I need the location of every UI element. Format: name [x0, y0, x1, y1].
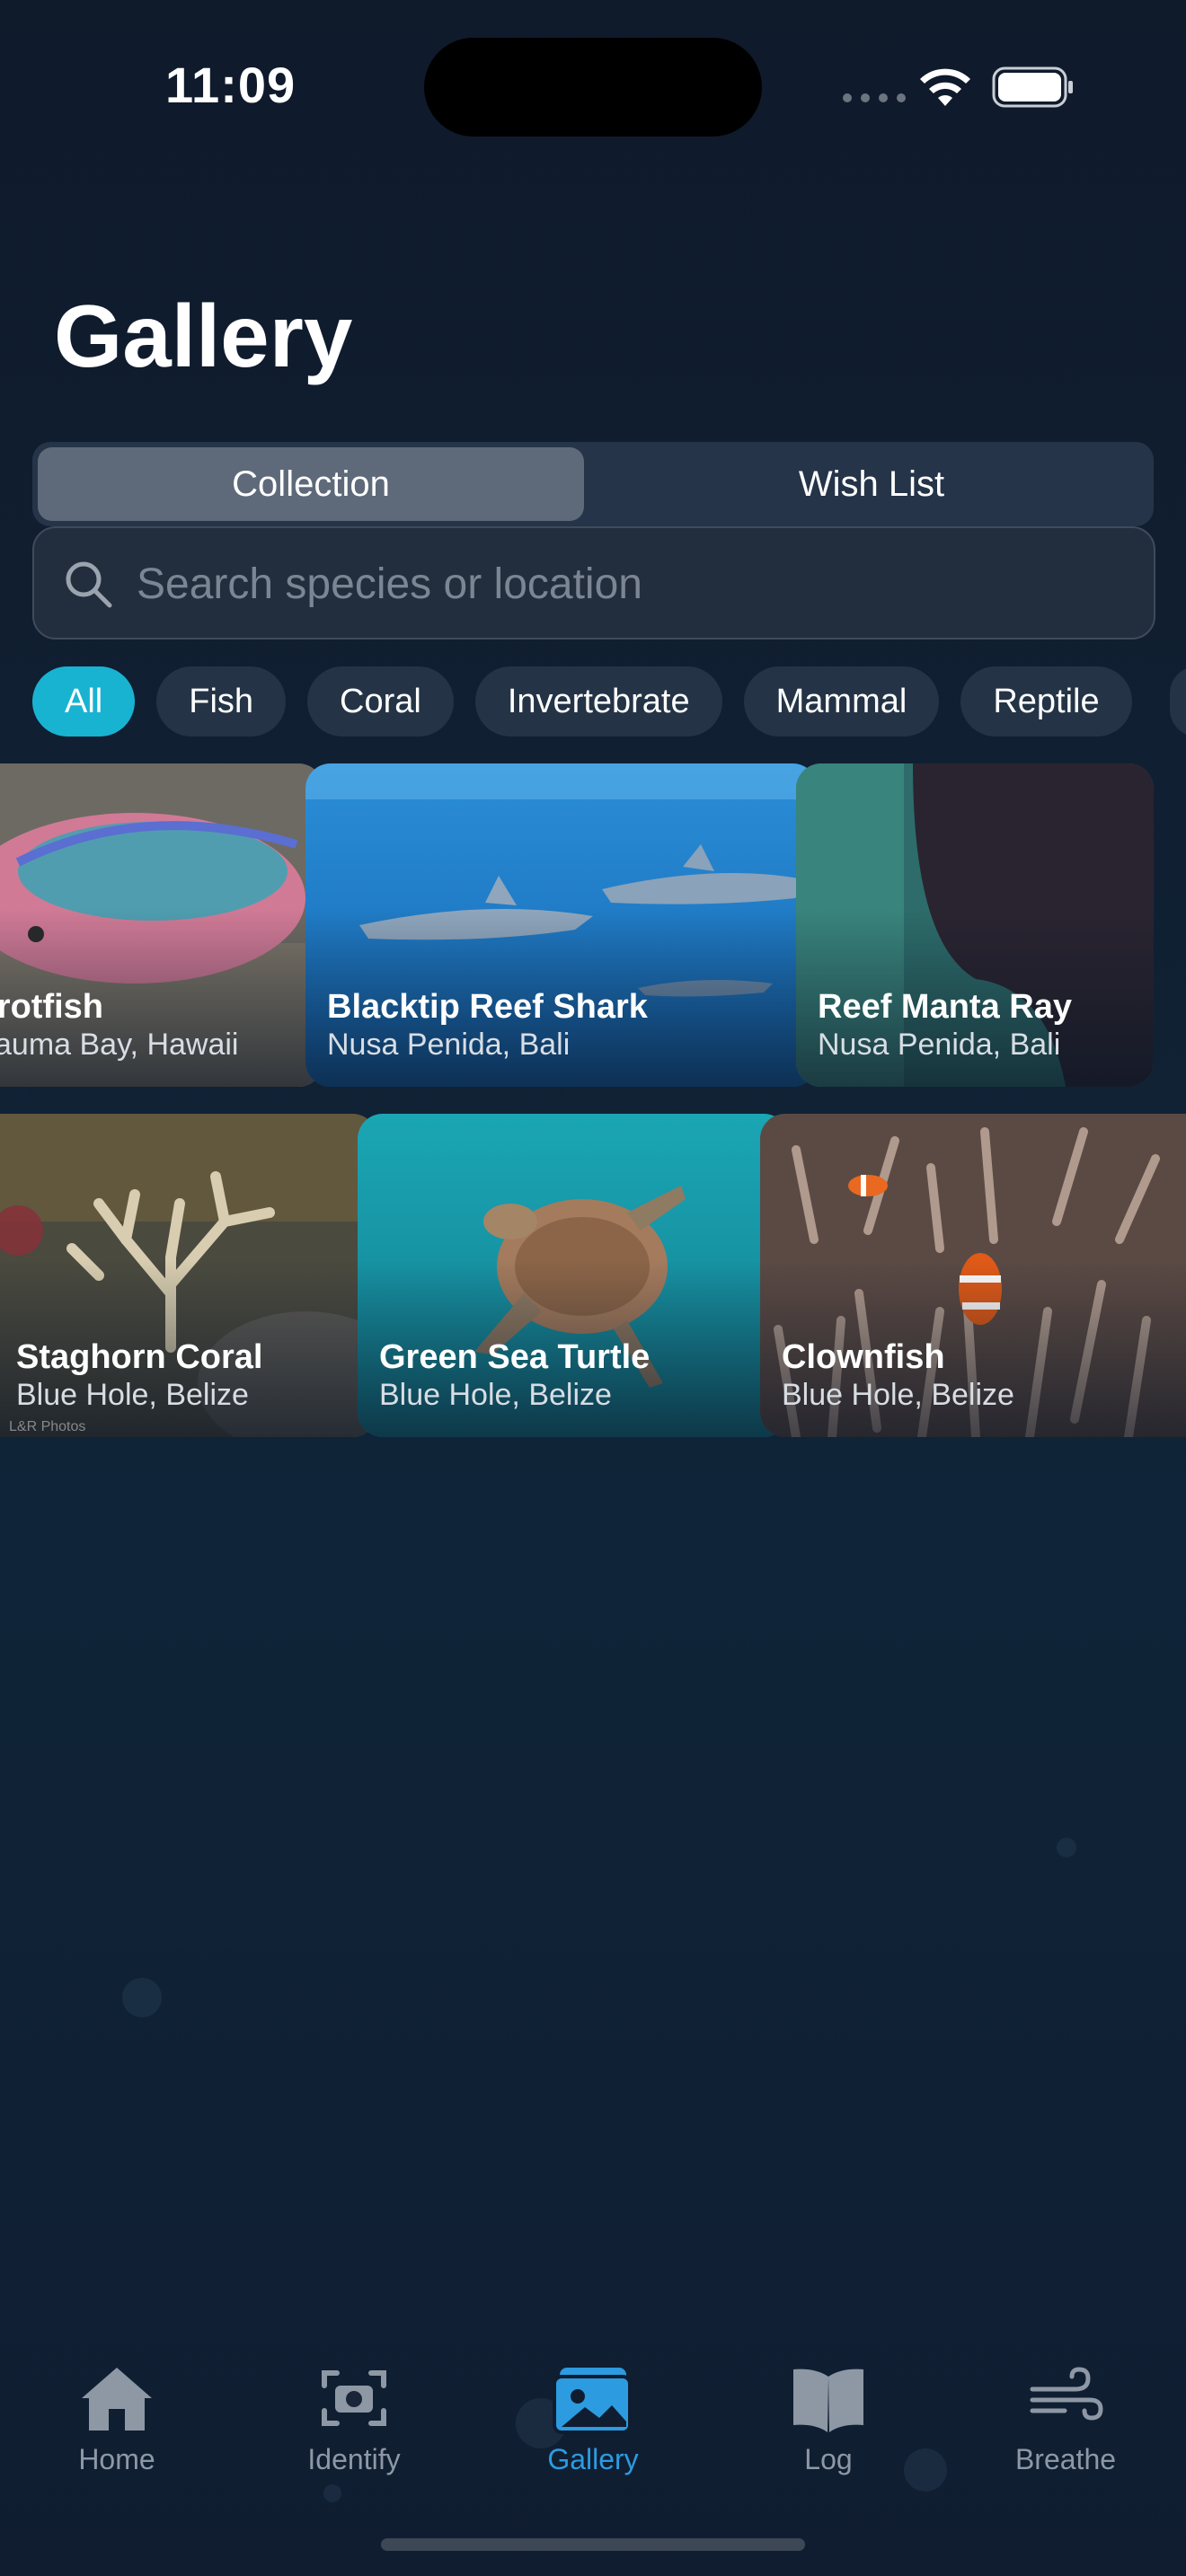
chip-all[interactable]: All [32, 666, 136, 737]
gallery-card[interactable]: Green Sea Turtle Blue Hole, Belize [358, 1114, 789, 1437]
card-title: rrotfish [0, 988, 103, 1026]
chip-more[interactable] [1170, 666, 1186, 737]
photos-icon [553, 2368, 632, 2434]
segmented-control: Collection Wish List [32, 442, 1154, 526]
tab-home[interactable]: Home [27, 2362, 207, 2476]
status-time: 11:09 [165, 57, 296, 113]
tab-identify[interactable]: Identify [264, 2362, 444, 2476]
cellular-signal-icon [843, 93, 906, 102]
chip-mammal[interactable]: Mammal [743, 666, 940, 737]
chip-coral[interactable]: Coral [307, 666, 454, 737]
chip-fish[interactable]: Fish [156, 666, 287, 737]
segment-wish-list[interactable]: Wish List [595, 447, 1148, 521]
search-input[interactable] [135, 528, 1127, 640]
home-indicator [381, 2538, 805, 2551]
wifi-icon [920, 68, 970, 106]
card-title: Green Sea Turtle [379, 1338, 651, 1376]
card-title: Blacktip Reef Shark [327, 988, 648, 1026]
gallery-card[interactable]: Blacktip Reef Shark Nusa Penida, Bali [305, 763, 818, 1087]
tab-label: Home [78, 2443, 155, 2475]
gallery-card[interactable]: Reef Manta Ray Nusa Penida, Bali [796, 763, 1154, 1087]
tab-gallery[interactable]: Gallery [503, 2362, 683, 2476]
chip-invertebrate[interactable]: Invertebrate [474, 666, 722, 737]
tab-log[interactable]: Log [739, 2362, 918, 2476]
card-location: Nusa Penida, Bali [818, 1028, 1061, 1062]
gallery-card[interactable]: Staghorn Coral Blue Hole, Belize L&R Pho… [0, 1114, 377, 1437]
chip-reptile[interactable]: Reptile [960, 666, 1132, 737]
gallery-card[interactable]: Clownfish Blue Hole, Belize [760, 1114, 1186, 1437]
search-icon [66, 561, 112, 608]
camera-icon [322, 2370, 386, 2426]
wind-icon [1030, 2367, 1103, 2421]
gallery-card[interactable]: rrotfish auma Bay, Hawaii [0, 763, 323, 1087]
card-location: Nusa Penida, Bali [327, 1028, 571, 1062]
card-title: Reef Manta Ray [818, 988, 1072, 1026]
card-location: auma Bay, Hawaii [0, 1028, 239, 1062]
tab-label: Breathe [1014, 2443, 1117, 2475]
card-title: Staghorn Coral [16, 1338, 263, 1376]
decorative-bubble [122, 1978, 162, 2017]
card-title: Clownfish [782, 1338, 945, 1376]
search-bar [32, 526, 1155, 640]
card-location: Blue Hole, Belize [379, 1378, 612, 1412]
photo-credit: L&R Photos [9, 1419, 86, 1434]
battery-icon [992, 66, 1073, 108]
tab-label: Gallery [547, 2443, 639, 2475]
filter-chips: All Fish Coral Invertebrate Mammal Repti… [32, 666, 1132, 737]
segment-collection[interactable]: Collection [38, 447, 584, 521]
tab-label: Log [804, 2443, 853, 2475]
tab-breathe[interactable]: Breathe [976, 2362, 1155, 2476]
card-location: Blue Hole, Belize [16, 1378, 249, 1412]
home-icon [82, 2368, 152, 2430]
dynamic-island [424, 38, 762, 137]
page-title: Gallery [54, 287, 353, 385]
decorative-bubble [323, 2484, 341, 2502]
decorative-bubble [1057, 1838, 1076, 1857]
tab-label: Identify [307, 2443, 401, 2475]
book-icon [793, 2369, 863, 2432]
card-location: Blue Hole, Belize [782, 1378, 1014, 1412]
